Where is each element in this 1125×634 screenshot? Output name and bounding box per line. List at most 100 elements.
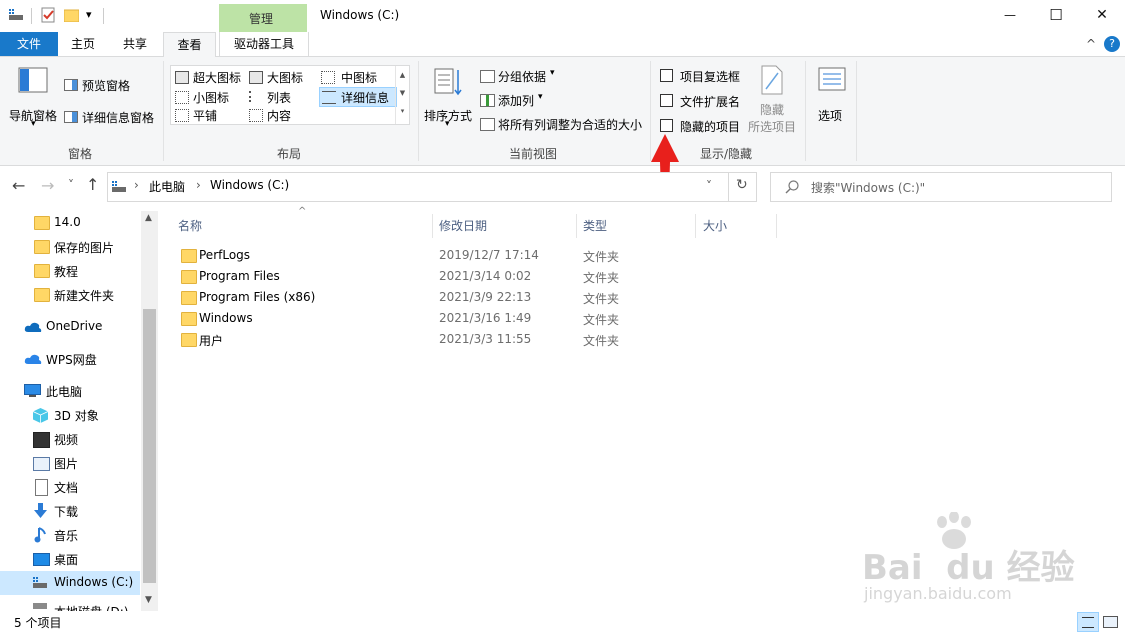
file-row[interactable]: 用户 2021/3/3 11:55 文件夹 [176, 329, 776, 350]
preview-pane-button[interactable]: 预览窗格 [62, 75, 152, 95]
nav-item-tutorial[interactable]: 教程 [0, 259, 140, 283]
folder-icon [181, 291, 197, 305]
column-header-type[interactable]: 类型 [583, 214, 607, 238]
nav-item-local-disk-d[interactable]: 本地磁盘 (D:) [0, 595, 140, 611]
file-row[interactable]: PerfLogs 2019/12/7 17:14 文件夹 [176, 245, 776, 266]
address-bar[interactable]: › 此电脑 › Windows (C:) ˅ ↻ [107, 172, 757, 202]
nav-item-new-folder[interactable]: 新建文件夹 [0, 283, 140, 307]
tab-share[interactable]: 共享 [108, 32, 162, 56]
divider [31, 8, 32, 24]
scroll-down-icon[interactable]: ▼ [145, 595, 152, 605]
manage-context-tab[interactable]: 管理 [219, 4, 307, 32]
layout-scrollbar[interactable]: ▲ ▼ ▾ [395, 66, 409, 124]
size-all-columns-button[interactable]: 将所有列调整为合适的大小 [478, 115, 648, 133]
nav-pane-button[interactable]: 导航窗格 ▾ [4, 63, 62, 133]
item-checkboxes-checkbox[interactable] [660, 69, 673, 82]
scroll-up-icon[interactable]: ▲ [145, 213, 152, 223]
nav-item-wps-cloud[interactable]: WPS网盘 [0, 347, 140, 371]
breadcrumb-separator[interactable]: › [134, 178, 139, 192]
title-bar: ▾ Windows (C:) — ☐ ✕ [0, 0, 1125, 32]
details-view-toggle[interactable] [1077, 612, 1099, 632]
sort-icon [434, 67, 462, 97]
nav-item-3d-objects[interactable]: 3D 对象 [0, 403, 140, 427]
nav-item-pictures[interactable]: 图片 [0, 451, 140, 475]
nav-item-videos[interactable]: 视频 [0, 427, 140, 451]
details-pane-button[interactable]: 详细信息窗格 [62, 107, 162, 127]
column-header-size[interactable]: 大小 [703, 214, 727, 238]
address-dropdown-button[interactable]: ˅ [706, 179, 712, 193]
minimize-button[interactable]: — [987, 0, 1033, 30]
forward-button[interactable]: → [41, 176, 54, 195]
drive-icon[interactable] [9, 9, 23, 21]
collapse-ribbon-button[interactable]: ^ [1086, 37, 1096, 51]
maximize-button[interactable]: ☐ [1033, 0, 1079, 30]
extra-large-icons-icon [175, 71, 189, 84]
column-header-name[interactable]: 名称 [178, 214, 202, 238]
divider [103, 8, 104, 24]
recent-locations-button[interactable]: ˅ [68, 178, 74, 192]
large-icons-view-toggle[interactable] [1101, 613, 1119, 630]
tab-file[interactable]: 文件 [0, 32, 58, 56]
item-checkboxes-toggle[interactable]: 项目复选框 [658, 67, 748, 85]
layout-list[interactable]: 列表 [247, 88, 317, 106]
layout-medium-icons[interactable]: 中图标 [319, 68, 395, 86]
layout-details-label: 详细信息 [341, 91, 390, 105]
nav-item-this-pc[interactable]: 此电脑 [0, 379, 140, 403]
search-box[interactable]: 搜索"Windows (C:)" [770, 172, 1112, 202]
hide-selected-icon [761, 65, 783, 95]
file-extensions-checkbox[interactable] [660, 94, 673, 107]
refresh-button[interactable]: ↻ [736, 177, 748, 193]
nav-item-14-0[interactable]: 14.0 [0, 211, 140, 235]
layout-small-icons[interactable]: 小图标 [173, 88, 245, 106]
nav-item-desktop[interactable]: 桌面 [0, 547, 140, 571]
file-row[interactable]: Windows 2021/3/16 1:49 文件夹 [176, 308, 776, 329]
nav-scrollbar-thumb[interactable] [143, 309, 156, 583]
tab-drive-tools[interactable]: 驱动器工具 [219, 32, 309, 56]
ribbon-tab-bar: 文件 主页 共享 查看 驱动器工具 ^ ? [0, 32, 1125, 58]
file-extensions-toggle[interactable]: 文件扩展名 [658, 92, 748, 110]
nav-item-documents[interactable]: 文档 [0, 475, 140, 499]
nav-item-downloads[interactable]: 下载 [0, 499, 140, 523]
nav-item-windows-c[interactable]: Windows (C:) [0, 571, 140, 595]
column-divider[interactable] [776, 214, 777, 238]
group-divider [163, 61, 164, 161]
properties-icon[interactable] [41, 7, 56, 23]
nav-item-music[interactable]: 音乐 [0, 523, 140, 547]
layout-content[interactable]: 内容 [247, 107, 317, 123]
help-button[interactable]: ? [1104, 36, 1120, 52]
customize-quick-access-button[interactable]: ▾ [86, 8, 92, 21]
file-name: PerfLogs [199, 248, 251, 262]
file-row[interactable]: Program Files 2021/3/14 0:02 文件夹 [176, 266, 776, 287]
column-divider[interactable] [432, 214, 433, 238]
sort-by-button[interactable]: 排序方式 ▾ [422, 63, 474, 133]
back-button[interactable]: ← [12, 176, 25, 195]
maximize-icon: ☐ [1049, 6, 1063, 24]
hidden-items-checkbox[interactable] [660, 119, 673, 132]
nav-item-onedrive[interactable]: OneDrive [0, 315, 140, 339]
nav-item-saved-pictures[interactable]: 保存的图片 [0, 235, 140, 259]
add-columns-button[interactable]: 添加列 ▾ [478, 91, 558, 109]
tab-view[interactable]: 查看 [163, 32, 216, 58]
layout-tiles[interactable]: 平铺 [173, 107, 245, 123]
nav-scrollbar[interactable]: ▲ ▼ [141, 211, 158, 611]
tab-home[interactable]: 主页 [58, 32, 108, 56]
nav-item-label: 3D 对象 [54, 409, 99, 423]
close-button[interactable]: ✕ [1079, 0, 1125, 30]
breadcrumb-this-pc[interactable]: 此电脑 [149, 178, 185, 195]
column-divider[interactable] [576, 214, 577, 238]
options-button[interactable]: 选项 [810, 63, 852, 127]
file-name: 用户 [199, 334, 224, 348]
hide-selected-button[interactable]: 隐藏 所选项目 [746, 63, 800, 135]
file-row[interactable]: Program Files (x86) 2021/3/9 22:13 文件夹 [176, 287, 776, 308]
new-folder-icon[interactable] [63, 8, 80, 23]
layout-extra-large-icons[interactable]: 超大图标 [173, 68, 245, 86]
column-divider[interactable] [695, 214, 696, 238]
group-by-button[interactable]: 分组依据 ▾ [478, 67, 568, 85]
layout-details[interactable]: 详细信息 [319, 87, 397, 107]
breadcrumb-windows-c[interactable]: Windows (C:) [210, 178, 289, 192]
group-label-layout: 布局 [277, 147, 302, 161]
column-header-modified[interactable]: 修改日期 [439, 214, 487, 238]
breadcrumb-separator[interactable]: › [196, 178, 201, 192]
up-button[interactable]: ↑ [86, 175, 99, 194]
layout-large-icons[interactable]: 大图标 [247, 68, 317, 86]
